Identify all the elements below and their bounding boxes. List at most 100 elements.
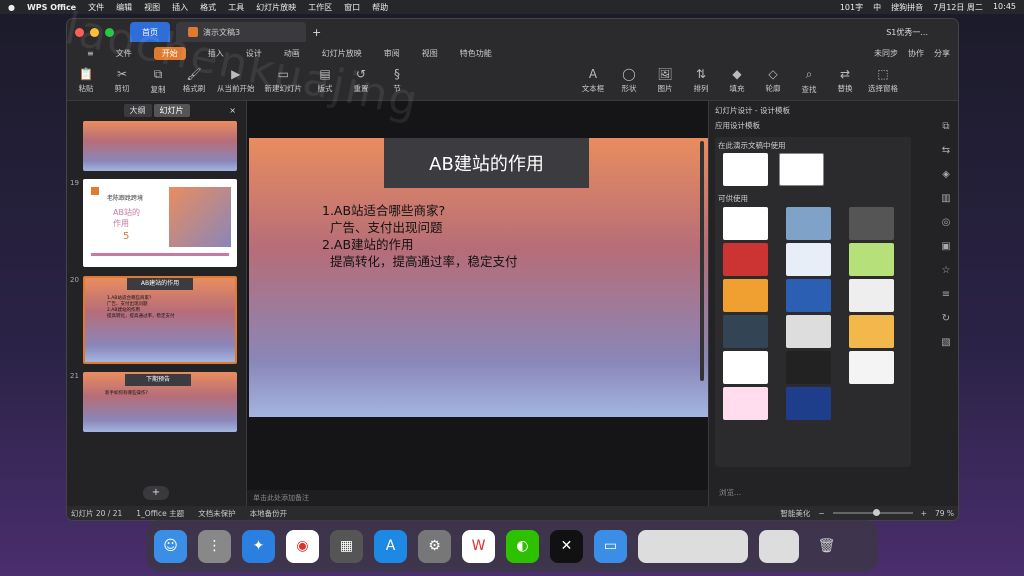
- shape-button[interactable]: ◯ 形状: [616, 67, 642, 94]
- template-current-2[interactable]: [779, 153, 824, 186]
- smart-beautify-button[interactable]: 智能美化: [780, 508, 810, 519]
- settings-icon[interactable]: ≡: [942, 289, 950, 300]
- wechat-icon[interactable]: ◐: [506, 529, 539, 563]
- finder-icon[interactable]: ☺: [154, 529, 187, 563]
- selection-pane-button[interactable]: ⬚ 选择窗格: [868, 67, 898, 94]
- menu-view[interactable]: 视图: [144, 2, 160, 13]
- zoom-in-button[interactable]: +: [921, 509, 927, 518]
- image-icon[interactable]: ▧: [941, 337, 950, 348]
- tab-special[interactable]: 特色功能: [460, 48, 492, 59]
- menu-format[interactable]: 格式: [200, 2, 216, 13]
- slide-thumb-21[interactable]: 下期预告 新手如何有哪些操作?: [83, 372, 237, 432]
- chrome-icon[interactable]: ◉: [286, 529, 319, 563]
- template-7[interactable]: [723, 279, 768, 312]
- browse-link[interactable]: 浏览...: [719, 487, 741, 498]
- copy-icon[interactable]: ⧉: [942, 121, 949, 132]
- notes-area[interactable]: 单击此处添加备注: [247, 490, 708, 506]
- textbox-button[interactable]: A 文本框: [580, 67, 606, 94]
- trash-icon[interactable]: 🗑: [810, 530, 843, 563]
- template-current-1[interactable]: [723, 153, 768, 186]
- recent-windows-stack[interactable]: [638, 529, 748, 563]
- history-icon[interactable]: ↻: [942, 313, 950, 324]
- add-slide-button[interactable]: +: [143, 486, 169, 500]
- template-icon[interactable]: ▣: [941, 241, 950, 252]
- system-settings-icon[interactable]: ⚙: [418, 529, 451, 563]
- folder-icon[interactable]: ▭: [594, 529, 627, 563]
- zoom-slider-thumb[interactable]: [872, 509, 880, 516]
- protect-status[interactable]: 文档未保护: [198, 508, 236, 519]
- template-13[interactable]: [723, 351, 768, 384]
- template-3[interactable]: [849, 207, 894, 240]
- launchpad-icon[interactable]: ⋮: [198, 529, 231, 563]
- theme-name[interactable]: 1_Office 主题: [136, 508, 184, 519]
- zoom-level[interactable]: 79 %: [935, 509, 954, 518]
- swap-icon[interactable]: ⇆: [942, 145, 950, 156]
- picture-button[interactable]: 🖼 图片: [652, 67, 678, 94]
- template-15[interactable]: [849, 351, 894, 384]
- safari-icon[interactable]: ✦: [242, 529, 275, 563]
- slide-body[interactable]: 1.AB站适合哪些商家? 广告、支付出现问题 2.AB建站的作用 提高转化，提高…: [322, 202, 517, 270]
- template-14[interactable]: [786, 351, 831, 384]
- star-icon[interactable]: ☆: [942, 265, 951, 276]
- bag-icon[interactable]: ◈: [942, 169, 950, 180]
- close-panel-button[interactable]: ×: [223, 105, 242, 116]
- template-4[interactable]: [723, 243, 768, 276]
- slide-thumb-18[interactable]: [83, 121, 237, 171]
- template-11[interactable]: [786, 315, 831, 348]
- template-16[interactable]: [723, 387, 768, 420]
- template-12[interactable]: [849, 315, 894, 348]
- menu-workspace[interactable]: 工作区: [308, 2, 332, 13]
- clock[interactable]: 10:45: [993, 2, 1016, 13]
- calculator-icon[interactable]: ▦: [330, 529, 363, 563]
- slide-thumb-20-selected[interactable]: AB建站的作用 1.AB站适合哪些商家? 广告、支付出现问题 2.AB建站的作用…: [83, 276, 237, 364]
- arrange-button[interactable]: ⇅ 排列: [688, 67, 714, 94]
- share-button[interactable]: 分享: [934, 48, 950, 59]
- replace-button[interactable]: ⇄ 替换: [832, 67, 858, 94]
- template-5[interactable]: [786, 243, 831, 276]
- tab-review[interactable]: 审阅: [384, 48, 400, 59]
- chart-icon[interactable]: ▥: [941, 193, 950, 204]
- sogou-input[interactable]: 搜狗拼音: [891, 2, 923, 13]
- current-slide[interactable]: AB建站的作用 1.AB站适合哪些商家? 广告、支付出现问题 2.AB建站的作用…: [249, 138, 716, 417]
- menu-tools[interactable]: 工具: [228, 2, 244, 13]
- menu-window[interactable]: 窗口: [344, 2, 360, 13]
- tab-slides[interactable]: 幻灯片: [153, 103, 190, 117]
- menu-help[interactable]: 帮助: [372, 2, 388, 13]
- capcut-icon[interactable]: ✕: [550, 529, 583, 563]
- collaborate-button[interactable]: 协作: [908, 48, 924, 59]
- word-count[interactable]: 101字: [840, 2, 863, 13]
- backup-status[interactable]: 本地备份开: [250, 508, 288, 519]
- tab-view[interactable]: 视图: [422, 48, 438, 59]
- fill-button[interactable]: ◆ 填充: [724, 67, 750, 94]
- find-button[interactable]: ⌕ 查找: [796, 67, 822, 95]
- menu-insert[interactable]: 插入: [172, 2, 188, 13]
- canvas-vscroll[interactable]: [700, 141, 704, 381]
- template-8[interactable]: [786, 279, 831, 312]
- cut-button[interactable]: ✂ 剪切: [109, 67, 135, 94]
- slide-thumb-19[interactable]: 老陈踉跄跨境 AB站的作用 5: [83, 179, 237, 267]
- app-store-icon[interactable]: A: [374, 529, 407, 563]
- template-17[interactable]: [786, 387, 831, 420]
- paste-button[interactable]: 📋 粘贴: [73, 67, 99, 94]
- apple-logo-icon[interactable]: ●: [8, 3, 15, 12]
- zoom-slider[interactable]: [832, 509, 913, 516]
- tab-outline[interactable]: 大纲: [123, 103, 152, 117]
- recent-window-thumb[interactable]: [759, 529, 799, 563]
- template-1[interactable]: [723, 207, 768, 240]
- template-9[interactable]: [849, 279, 894, 312]
- template-10[interactable]: [723, 315, 768, 348]
- template-2[interactable]: [786, 207, 831, 240]
- template-6[interactable]: [849, 243, 894, 276]
- zoom-out-button[interactable]: −: [818, 509, 824, 518]
- date-text[interactable]: 7月12日 周二: [933, 2, 983, 13]
- account-name[interactable]: S1优秀一...: [886, 27, 928, 38]
- sync-status[interactable]: 未同步: [874, 48, 898, 59]
- outline-button[interactable]: ◇ 轮廓: [760, 67, 786, 94]
- menu-slideshow[interactable]: 幻灯片放映: [256, 2, 296, 13]
- menu-edit[interactable]: 编辑: [116, 2, 132, 13]
- animation-icon[interactable]: ◎: [942, 217, 951, 228]
- slide-title[interactable]: AB建站的作用: [384, 138, 589, 188]
- wps-office-icon[interactable]: W: [462, 529, 495, 563]
- new-tab-button[interactable]: +: [312, 26, 321, 39]
- input-method[interactable]: 中: [873, 2, 881, 13]
